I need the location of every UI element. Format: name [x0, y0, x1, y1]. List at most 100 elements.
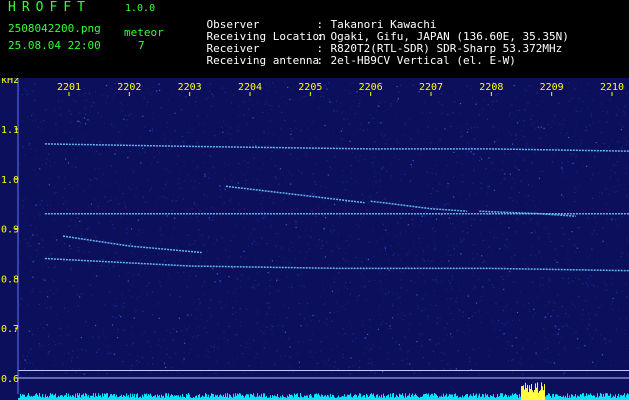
noise-dot [614, 219, 617, 221]
signal-bar [491, 395, 492, 400]
noise-dot [232, 313, 234, 315]
noise-dot [598, 306, 600, 309]
noise-dot [595, 142, 597, 144]
noise-dot [31, 352, 33, 354]
noise-dot [452, 319, 454, 321]
noise-dot [491, 284, 493, 286]
noise-dot [247, 114, 249, 116]
noise-dot [611, 218, 613, 220]
signal-bar [452, 394, 453, 400]
noise-dot [32, 234, 34, 236]
noise-dot [59, 343, 61, 345]
noise-dot [46, 290, 48, 293]
signal-bar [32, 396, 33, 400]
noise-dot [481, 255, 483, 257]
noise-dot [449, 368, 451, 370]
noise-dot [427, 126, 429, 128]
noise-dot [349, 321, 351, 323]
noise-dot [278, 279, 280, 281]
noise-dot [407, 350, 409, 352]
signal-bar [371, 393, 372, 400]
noise-dot [601, 131, 603, 133]
noise-dot [229, 133, 231, 135]
noise-dot [258, 139, 260, 142]
noise-dot [587, 277, 589, 279]
noise-dot [440, 93, 442, 95]
noise-dot [199, 314, 201, 316]
noise-dot [131, 295, 134, 297]
noise-dot [99, 141, 101, 143]
signal-bar [84, 396, 85, 400]
noise-dot [275, 233, 277, 235]
noise-dot [581, 314, 583, 316]
noise-dot [141, 248, 143, 250]
noise-dot [578, 185, 580, 187]
noise-dot [406, 363, 408, 365]
noise-dot [51, 279, 53, 281]
noise-dot [149, 371, 151, 374]
signal-bar [157, 394, 158, 400]
noise-dot [469, 357, 471, 359]
noise-dot [517, 152, 519, 154]
noise-dot [619, 156, 622, 158]
noise-dot [399, 348, 401, 350]
noise-dot [349, 140, 351, 142]
noise-dot [491, 162, 493, 164]
noise-dot [203, 244, 205, 246]
y-tick-label: 0.7 [1, 324, 19, 335]
noise-dot [145, 247, 147, 249]
noise-dot [511, 104, 513, 106]
noise-dot [196, 318, 198, 320]
noise-dot [298, 99, 300, 101]
noise-dot [26, 362, 28, 364]
noise-dot [354, 156, 356, 158]
noise-dot [405, 253, 407, 255]
signal-bar [606, 393, 607, 400]
signal-bar [618, 393, 619, 400]
noise-dot [398, 344, 400, 346]
noise-dot [294, 120, 296, 122]
noise-dot [447, 271, 449, 273]
noise-dot [304, 257, 306, 259]
noise-dot [227, 339, 229, 341]
noise-dot [287, 307, 290, 309]
noise-dot [59, 335, 61, 337]
noise-dot [139, 264, 141, 266]
noise-dot [314, 192, 316, 194]
noise-dot [24, 359, 26, 361]
signal-bar [126, 393, 127, 400]
noise-dot [130, 113, 132, 115]
noise-dot [572, 236, 574, 238]
noise-dot [486, 104, 488, 106]
noise-dot [488, 143, 490, 145]
signal-bar [537, 382, 538, 400]
noise-dot [204, 281, 206, 283]
noise-dot [482, 286, 484, 288]
noise-dot [85, 321, 87, 323]
noise-dot [550, 315, 552, 317]
noise-dot [133, 170, 135, 172]
noise-dot [221, 87, 223, 89]
noise-dot [381, 238, 383, 240]
noise-dot [174, 352, 176, 354]
signal-bar [58, 395, 59, 400]
noise-dot [180, 187, 182, 189]
noise-dot [384, 134, 386, 136]
noise-dot [468, 330, 471, 332]
noise-dot [300, 325, 302, 327]
noise-dot [368, 195, 370, 197]
noise-dot [170, 332, 172, 334]
noise-dot [342, 353, 344, 355]
noise-dot [307, 127, 309, 129]
noise-dot [115, 252, 117, 254]
noise-dot [231, 180, 233, 183]
noise-dot [193, 301, 195, 303]
noise-dot [76, 292, 78, 294]
noise-dot [266, 326, 268, 328]
noise-dot [77, 217, 79, 219]
signal-bar [411, 394, 412, 400]
signal-bar [311, 395, 312, 400]
noise-dot [447, 363, 449, 365]
noise-dot [610, 303, 612, 305]
noise-dot [280, 270, 283, 272]
